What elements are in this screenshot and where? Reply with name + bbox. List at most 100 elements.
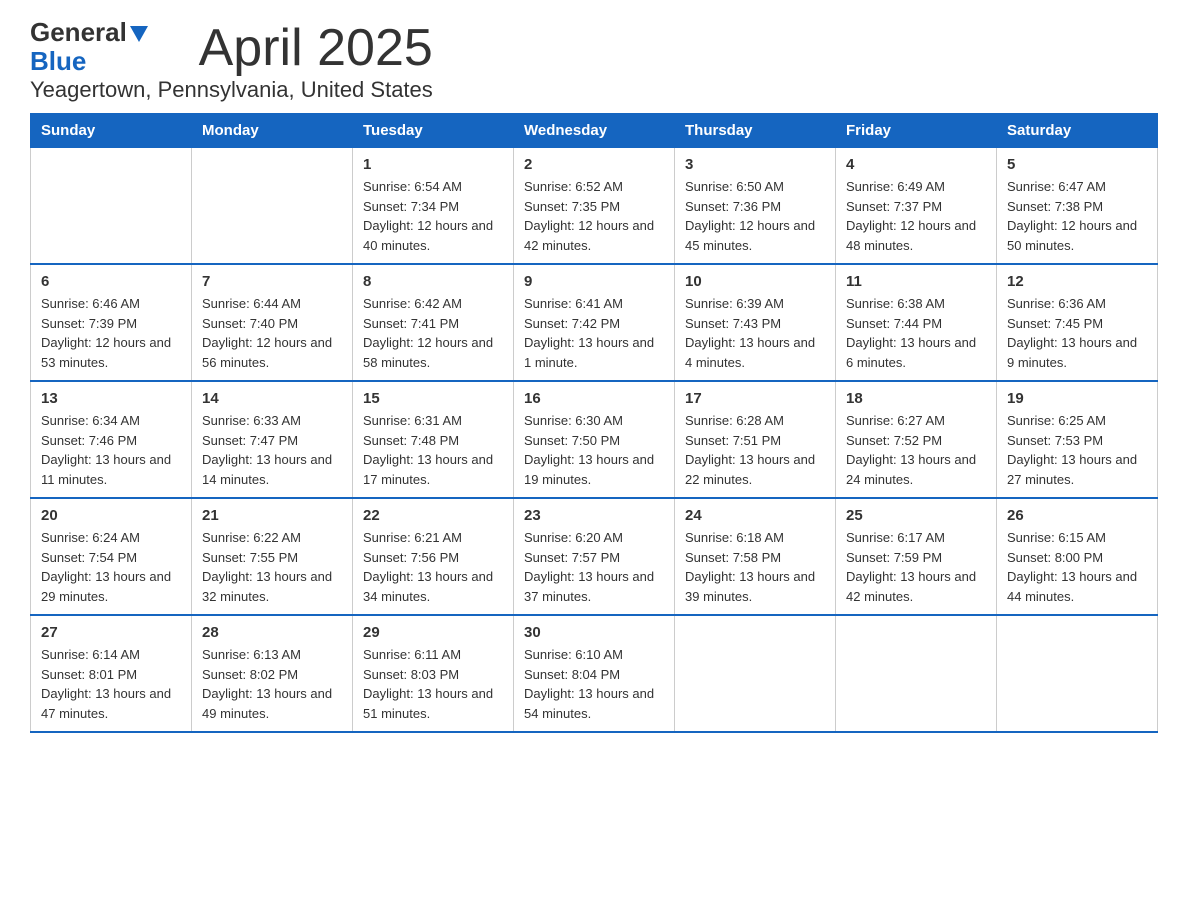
cell-week2-day1: 6Sunrise: 6:46 AMSunset: 7:39 PMDaylight… xyxy=(31,264,192,381)
cell-week4-day2: 21 Sunrise: 6:22 AMSunset: 7:55 PMDayligh… xyxy=(192,498,353,615)
cell-week4-day3: 22Sunrise: 6:21 AMSunset: 7:56 PMDayligh… xyxy=(353,498,514,615)
week-row-2: 6Sunrise: 6:46 AMSunset: 7:39 PMDaylight… xyxy=(31,264,1158,381)
day-info: Sunrise: 6:49 AMSunset: 7:37 PMDaylight:… xyxy=(846,177,986,255)
day-number: 25 xyxy=(846,507,986,524)
day-number: 4 xyxy=(846,156,986,173)
cell-week3-day3: 15 Sunrise: 6:31 AMSunset: 7:48 PMDayligh… xyxy=(353,381,514,498)
day-number: 13 xyxy=(41,390,181,407)
header-sunday: Sunday xyxy=(31,114,192,148)
cell-week5-day4: 30Sunrise: 6:10 AMSunset: 8:04 PMDayligh… xyxy=(514,615,675,732)
day-number: 26 xyxy=(1007,507,1147,524)
day-info: Sunrise: 6:44 AMSunset: 7:40 PMDaylight:… xyxy=(202,294,342,372)
day-info: Sunrise: 6:10 AMSunset: 8:04 PMDaylight:… xyxy=(524,645,664,723)
day-number: 18 xyxy=(846,390,986,407)
cell-week4-day7: 26 Sunrise: 6:15 AMSunset: 8:00 PMDayligh… xyxy=(997,498,1158,615)
day-info: Sunrise: 6:17 AMSunset: 7:59 PMDaylight:… xyxy=(846,528,986,606)
day-info: Sunrise: 6:13 AMSunset: 8:02 PMDaylight:… xyxy=(202,645,342,723)
header-saturday: Saturday xyxy=(997,114,1158,148)
day-info: Sunrise: 6:34 AMSunset: 7:46 PMDaylight:… xyxy=(41,411,181,489)
day-number: 10 xyxy=(685,273,825,290)
logo-container: General Blue xyxy=(30,18,148,75)
cell-week5-day5 xyxy=(675,615,836,732)
day-number: 14 xyxy=(202,390,342,407)
header-wednesday: Wednesday xyxy=(514,114,675,148)
cell-week5-day1: 27 Sunrise: 6:14 AMSunset: 8:01 PMDayligh… xyxy=(31,615,192,732)
day-info: Sunrise: 6:28 AMSunset: 7:51 PMDaylight:… xyxy=(685,411,825,489)
week-row-3: 13 Sunrise: 6:34 AMSunset: 7:46 PMDayligh… xyxy=(31,381,1158,498)
day-info: Sunrise: 6:20 AMSunset: 7:57 PMDaylight:… xyxy=(524,528,664,606)
logo-triangle-icon xyxy=(130,26,148,42)
cell-week3-day6: 18 Sunrise: 6:27 AMSunset: 7:52 PMDayligh… xyxy=(836,381,997,498)
cell-week3-day1: 13 Sunrise: 6:34 AMSunset: 7:46 PMDayligh… xyxy=(31,381,192,498)
day-number: 17 xyxy=(685,390,825,407)
header-tuesday: Tuesday xyxy=(353,114,514,148)
day-number: 29 xyxy=(363,624,503,641)
day-info: Sunrise: 6:15 AMSunset: 8:00 PMDaylight:… xyxy=(1007,528,1147,606)
calendar-header-row: Sunday Monday Tuesday Wednesday Thursday… xyxy=(31,114,1158,148)
cell-week3-day2: 14 Sunrise: 6:33 AMSunset: 7:47 PMDayligh… xyxy=(192,381,353,498)
cell-week2-day7: 12 Sunrise: 6:36 AMSunset: 7:45 PMDayligh… xyxy=(997,264,1158,381)
day-info: Sunrise: 6:36 AMSunset: 7:45 PMDaylight:… xyxy=(1007,294,1147,372)
day-info: Sunrise: 6:39 AMSunset: 7:43 PMDaylight:… xyxy=(685,294,825,372)
day-info: Sunrise: 6:46 AMSunset: 7:39 PMDaylight:… xyxy=(41,294,181,372)
day-number: 7 xyxy=(202,273,342,290)
logo-general-label: General xyxy=(30,18,127,47)
cell-week2-day5: 10 Sunrise: 6:39 AMSunset: 7:43 PMDayligh… xyxy=(675,264,836,381)
day-info: Sunrise: 6:38 AMSunset: 7:44 PMDaylight:… xyxy=(846,294,986,372)
day-info: Sunrise: 6:22 AMSunset: 7:55 PMDaylight:… xyxy=(202,528,342,606)
calendar-table: Sunday Monday Tuesday Wednesday Thursday… xyxy=(30,113,1158,733)
day-info: Sunrise: 6:24 AMSunset: 7:54 PMDaylight:… xyxy=(41,528,181,606)
cell-week5-day6 xyxy=(836,615,997,732)
day-number: 3 xyxy=(685,156,825,173)
day-number: 12 xyxy=(1007,273,1147,290)
header-friday: Friday xyxy=(836,114,997,148)
day-info: Sunrise: 6:11 AMSunset: 8:03 PMDaylight:… xyxy=(363,645,503,723)
day-number: 20 xyxy=(41,507,181,524)
cell-week5-day7 xyxy=(997,615,1158,732)
day-info: Sunrise: 6:54 AMSunset: 7:34 PMDaylight:… xyxy=(363,177,503,255)
logo-line1: General xyxy=(30,18,148,47)
day-info: Sunrise: 6:52 AMSunset: 7:35 PMDaylight:… xyxy=(524,177,664,255)
day-number: 8 xyxy=(363,273,503,290)
cell-week4-day6: 25 Sunrise: 6:17 AMSunset: 7:59 PMDayligh… xyxy=(836,498,997,615)
day-number: 21 xyxy=(202,507,342,524)
day-number: 19 xyxy=(1007,390,1147,407)
cell-week4-day5: 24Sunrise: 6:18 AMSunset: 7:58 PMDayligh… xyxy=(675,498,836,615)
header-monday: Monday xyxy=(192,114,353,148)
cell-week1-day1 xyxy=(31,148,192,265)
cell-week2-day6: 11 Sunrise: 6:38 AMSunset: 7:44 PMDayligh… xyxy=(836,264,997,381)
day-info: Sunrise: 6:33 AMSunset: 7:47 PMDaylight:… xyxy=(202,411,342,489)
location-title: Yeagertown, Pennsylvania, United States xyxy=(30,77,433,103)
cell-week2-day3: 8Sunrise: 6:42 AMSunset: 7:41 PMDaylight… xyxy=(353,264,514,381)
day-number: 27 xyxy=(41,624,181,641)
day-number: 22 xyxy=(363,507,503,524)
cell-week1-day7: 5Sunrise: 6:47 AMSunset: 7:38 PMDaylight… xyxy=(997,148,1158,265)
cell-week1-day2 xyxy=(192,148,353,265)
logo-blue-label: Blue xyxy=(30,47,148,76)
day-info: Sunrise: 6:50 AMSunset: 7:36 PMDaylight:… xyxy=(685,177,825,255)
day-number: 11 xyxy=(846,273,986,290)
week-row-4: 20 Sunrise: 6:24 AMSunset: 7:54 PMDayligh… xyxy=(31,498,1158,615)
day-info: Sunrise: 6:41 AMSunset: 7:42 PMDaylight:… xyxy=(524,294,664,372)
day-number: 2 xyxy=(524,156,664,173)
week-row-1: 1Sunrise: 6:54 AMSunset: 7:34 PMDaylight… xyxy=(31,148,1158,265)
cell-week2-day2: 7 Sunrise: 6:44 AMSunset: 7:40 PMDaylight… xyxy=(192,264,353,381)
day-info: Sunrise: 6:31 AMSunset: 7:48 PMDaylight:… xyxy=(363,411,503,489)
day-info: Sunrise: 6:27 AMSunset: 7:52 PMDaylight:… xyxy=(846,411,986,489)
day-number: 15 xyxy=(363,390,503,407)
header-thursday: Thursday xyxy=(675,114,836,148)
cell-week1-day4: 2 Sunrise: 6:52 AMSunset: 7:35 PMDaylight… xyxy=(514,148,675,265)
cell-week5-day3: 29 Sunrise: 6:11 AMSunset: 8:03 PMDayligh… xyxy=(353,615,514,732)
day-number: 28 xyxy=(202,624,342,641)
day-number: 5 xyxy=(1007,156,1147,173)
cell-week4-day4: 23Sunrise: 6:20 AMSunset: 7:57 PMDayligh… xyxy=(514,498,675,615)
day-info: Sunrise: 6:14 AMSunset: 8:01 PMDaylight:… xyxy=(41,645,181,723)
day-info: Sunrise: 6:30 AMSunset: 7:50 PMDaylight:… xyxy=(524,411,664,489)
day-info: Sunrise: 6:25 AMSunset: 7:53 PMDaylight:… xyxy=(1007,411,1147,489)
day-number: 9 xyxy=(524,273,664,290)
cell-week1-day6: 4 Sunrise: 6:49 AMSunset: 7:37 PMDaylight… xyxy=(836,148,997,265)
cell-week1-day3: 1Sunrise: 6:54 AMSunset: 7:34 PMDaylight… xyxy=(353,148,514,265)
cell-week3-day4: 16Sunrise: 6:30 AMSunset: 7:50 PMDayligh… xyxy=(514,381,675,498)
cell-week2-day4: 9 Sunrise: 6:41 AMSunset: 7:42 PMDaylight… xyxy=(514,264,675,381)
week-row-5: 27 Sunrise: 6:14 AMSunset: 8:01 PMDayligh… xyxy=(31,615,1158,732)
